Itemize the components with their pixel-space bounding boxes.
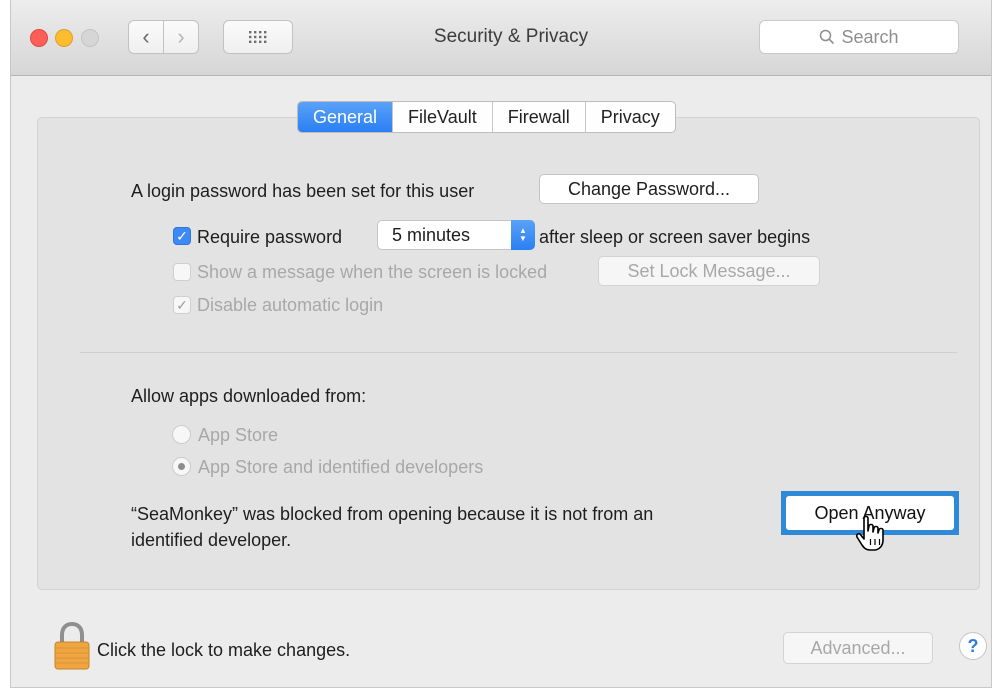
zoom-window-button[interactable] bbox=[81, 29, 99, 47]
forward-button[interactable]: › bbox=[163, 20, 199, 54]
require-password-delay-select[interactable]: 5 minutes ▲ ▼ bbox=[377, 220, 535, 250]
close-window-button[interactable] bbox=[30, 29, 48, 47]
stepper-arrows-icon: ▲ ▼ bbox=[511, 220, 535, 250]
tab-filevault[interactable]: FileVault bbox=[392, 102, 492, 132]
lock-instruction-text: Click the lock to make changes. bbox=[97, 640, 351, 660]
require-password-suffix: after sleep or screen saver begins bbox=[539, 227, 811, 247]
search-placeholder: Search bbox=[841, 26, 899, 47]
tab-firewall[interactable]: Firewall bbox=[491, 102, 585, 132]
minimize-window-button[interactable] bbox=[55, 29, 73, 47]
lock-icon[interactable] bbox=[53, 622, 91, 670]
radio-app-store-label: App Store bbox=[198, 425, 279, 445]
checkmark-icon: ✓ bbox=[176, 296, 188, 313]
back-button[interactable]: ‹ bbox=[128, 20, 164, 54]
radio-identified-developers-label: App Store and identified developers bbox=[198, 457, 484, 477]
show-all-button[interactable] bbox=[223, 20, 293, 54]
tab-privacy[interactable]: Privacy bbox=[584, 102, 675, 132]
blocked-message-line1: “SeaMonkey” was blocked from opening bec… bbox=[131, 504, 654, 524]
show-message-label: Show a message when the screen is locked bbox=[197, 262, 548, 282]
search-icon bbox=[820, 29, 835, 45]
login-password-text: A login password has been set for this u… bbox=[131, 181, 475, 201]
search-field[interactable]: Search bbox=[759, 20, 959, 54]
allow-apps-label: Allow apps downloaded from: bbox=[131, 386, 367, 406]
section-divider bbox=[80, 352, 957, 353]
advanced-button[interactable]: Advanced... bbox=[783, 632, 933, 664]
security-privacy-window: ‹ › Security & Privacy Search General Fi… bbox=[10, 0, 992, 688]
tab-bar: General FileVault Firewall Privacy bbox=[297, 101, 676, 133]
checkmark-icon: ✓ bbox=[176, 227, 188, 244]
require-password-label: Require password bbox=[197, 227, 343, 247]
chevron-right-icon: › bbox=[177, 24, 185, 49]
disable-auto-login-checkbox[interactable]: ✓ bbox=[173, 296, 191, 314]
tab-general[interactable]: General bbox=[298, 102, 393, 132]
radio-selected-dot bbox=[178, 463, 185, 470]
help-button[interactable]: ? bbox=[959, 632, 987, 660]
radio-identified-developers[interactable] bbox=[172, 457, 191, 476]
window-title: Security & Privacy bbox=[433, 26, 589, 47]
grid-icon bbox=[249, 31, 267, 43]
change-password-button[interactable]: Change Password... bbox=[539, 174, 759, 204]
set-lock-message-button[interactable]: Set Lock Message... bbox=[598, 256, 820, 286]
titlebar: ‹ › Security & Privacy Search bbox=[11, 0, 991, 76]
hand-pointer-icon bbox=[855, 515, 884, 551]
require-password-checkbox[interactable]: ✓ bbox=[173, 227, 191, 245]
require-password-delay-value: 5 minutes bbox=[392, 225, 471, 245]
question-mark-icon: ? bbox=[967, 635, 979, 656]
radio-app-store[interactable] bbox=[172, 425, 191, 444]
blocked-message-line2: identified developer. bbox=[131, 530, 292, 550]
chevron-left-icon: ‹ bbox=[142, 24, 150, 49]
disable-auto-login-label: Disable automatic login bbox=[197, 295, 384, 315]
show-message-checkbox[interactable] bbox=[173, 263, 191, 281]
